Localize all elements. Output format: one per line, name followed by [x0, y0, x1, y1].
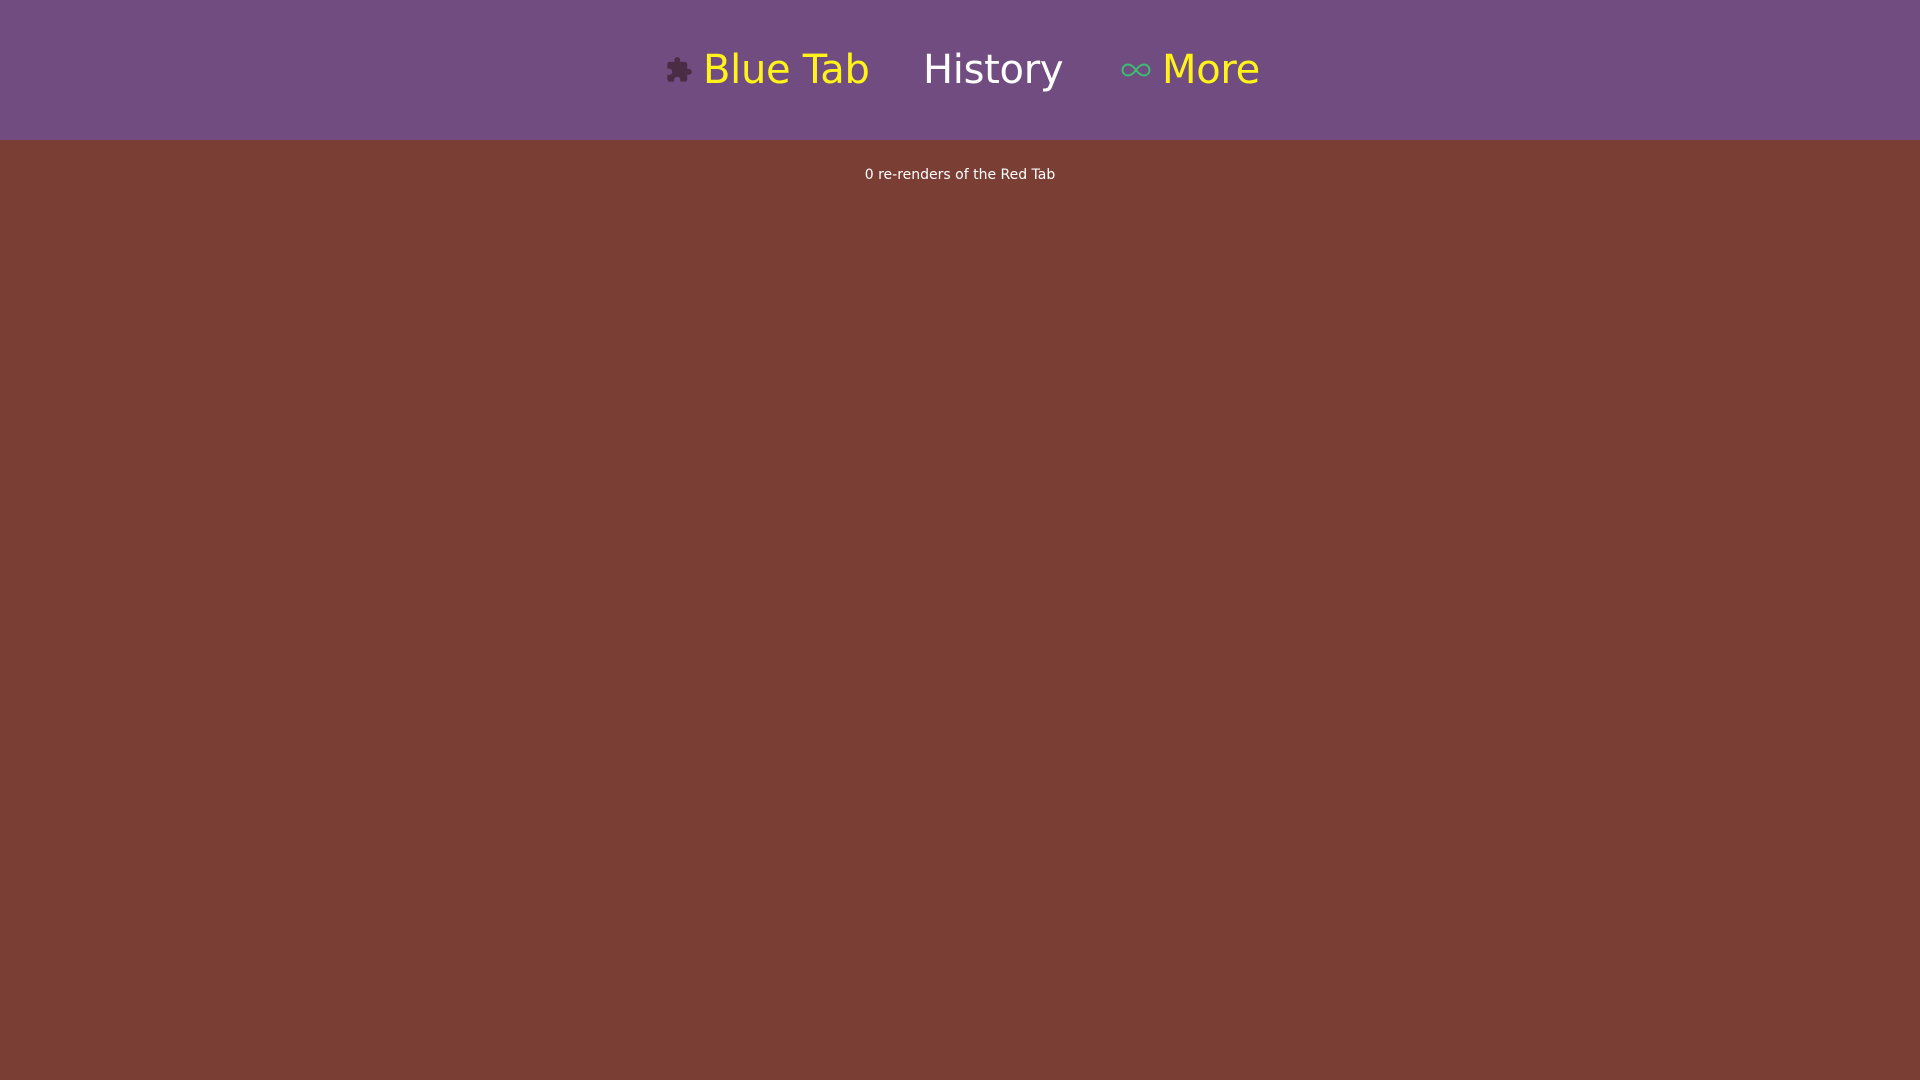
tab-history-label: History — [923, 47, 1064, 93]
tab-more[interactable]: More — [1120, 0, 1260, 140]
tab-bar: Blue Tab History More — [0, 0, 1920, 140]
tab-blue-tab[interactable]: Blue Tab — [665, 0, 870, 140]
red-tab-content: 0 re-renders of the Red Tab — [0, 140, 1920, 1080]
infinity-icon — [1120, 61, 1152, 79]
tab-blue-tab-label: Blue Tab — [703, 47, 870, 93]
tab-history[interactable]: History — [923, 0, 1064, 140]
rerender-counter-text: 0 re-renders of the Red Tab — [864, 167, 1056, 183]
tab-more-label: More — [1162, 47, 1260, 93]
puzzle-icon — [665, 56, 693, 84]
